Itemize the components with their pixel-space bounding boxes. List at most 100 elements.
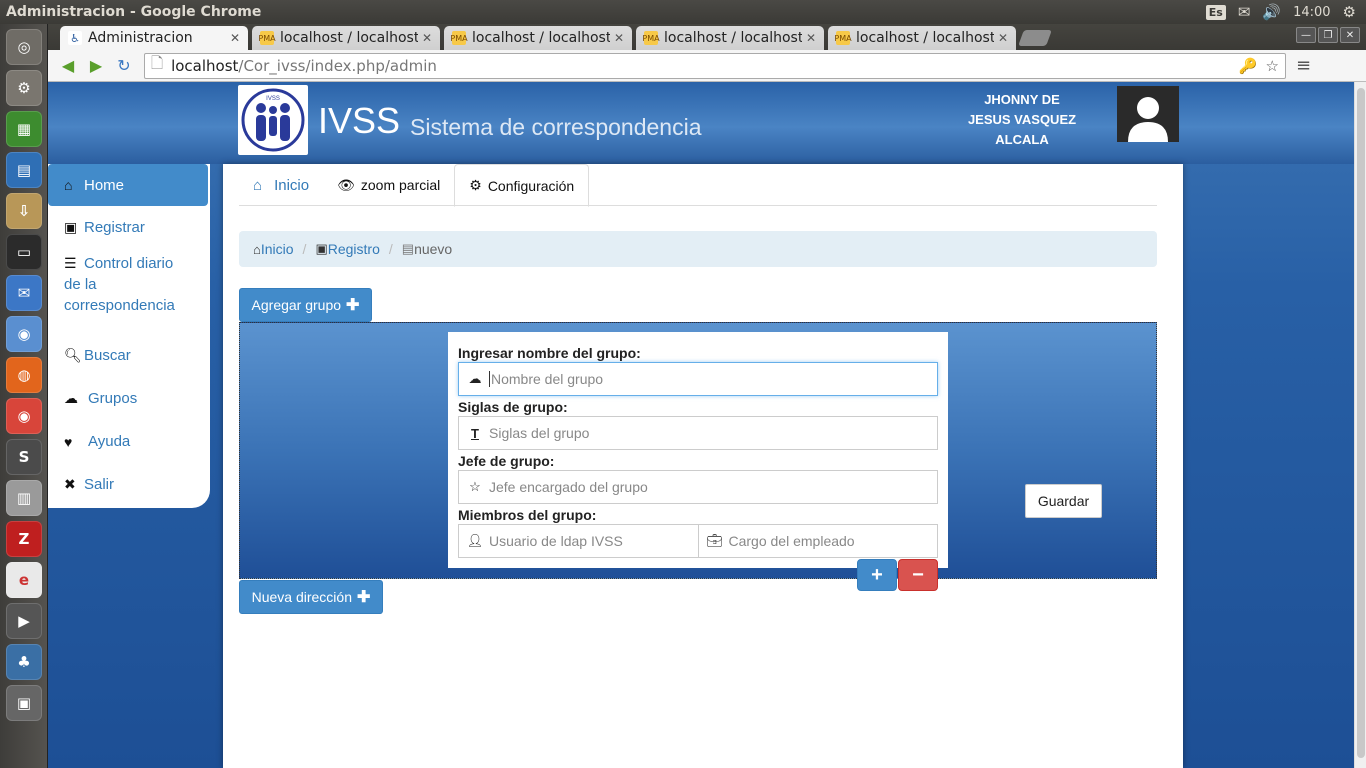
system-tray: Es ✉ 🔊 14:00 ⚙ (1205, 3, 1366, 21)
power-gear-icon[interactable]: ⚙ (1343, 3, 1356, 21)
tab-inicio[interactable]: ⌂ Inicio (239, 164, 323, 206)
close-tab-icon[interactable]: ✕ (422, 31, 432, 45)
firefox-icon[interactable]: ◍ (6, 357, 42, 393)
group-name-input[interactable]: ☁ Nombre del grupo (458, 362, 938, 396)
member-role-input[interactable]: 💼︎ Cargo del empleado (698, 524, 938, 558)
key-icon[interactable]: 🔑 (1239, 57, 1258, 75)
browser-toolbar: ◀ ▶ ↻ 🗋 localhost /Cor_ivss/index.php/ad… (48, 50, 1366, 82)
close-tab-icon[interactable]: ✕ (230, 31, 240, 45)
thunderbird-icon[interactable]: ✉ (6, 275, 42, 311)
pma-favicon-icon: PMA (450, 31, 468, 45)
sidebar-item-label: Salir (84, 476, 115, 493)
group-siglas-input[interactable]: T Siglas del grupo (458, 416, 938, 450)
pma-favicon-icon: PMA (834, 31, 852, 45)
home-icon: ⌂ (64, 177, 73, 193)
star-icon: ☆ (469, 479, 481, 494)
remove-member-button[interactable]: − (898, 559, 938, 591)
add-group-button[interactable]: Agregar grupo ✚ (239, 288, 372, 322)
video-editor-icon[interactable]: ▶ (6, 603, 42, 639)
browser-tab-label: localhost / localhost (280, 30, 418, 46)
sublime-text-icon[interactable]: S (6, 439, 42, 475)
user-icon: 👤︎ (466, 533, 484, 548)
scrollbar-thumb[interactable] (1357, 88, 1365, 758)
chromium-icon[interactable]: ◉ (6, 316, 42, 352)
sidebar-item-ayuda[interactable]: ♥ Ayuda (48, 420, 210, 463)
back-arrow-icon[interactable]: ◀ (56, 54, 80, 78)
search-icon: 🔍︎ (64, 347, 82, 363)
new-direction-button[interactable]: Nueva dirección ✚ (239, 580, 383, 614)
spreadsheet-icon[interactable]: ▦ (6, 111, 42, 147)
close-tab-icon[interactable]: ✕ (614, 31, 624, 45)
os-top-panel: Administracion - Google Chrome Es ✉ 🔊 14… (0, 0, 1366, 24)
name-label: Ingresar nombre del grupo: (458, 345, 641, 361)
briefcase-icon: 💼︎ (706, 533, 723, 548)
bookmark-star-icon[interactable]: ☆ (1266, 57, 1279, 75)
cloud-icon: ☁ (468, 371, 482, 386)
filezilla-icon[interactable]: Z (6, 521, 42, 557)
browser-tab-phpmyadmin[interactable]: PMA localhost / localhost ✕ (444, 26, 632, 50)
browser-tab-label: localhost / localhost (856, 30, 994, 46)
clock[interactable]: 14:00 (1293, 5, 1330, 20)
new-tab-button[interactable] (1018, 30, 1052, 46)
close-icon: ✖ (64, 476, 76, 492)
eclipse-icon[interactable]: e (6, 562, 42, 598)
address-bar[interactable]: 🗋 localhost /Cor_ivss/index.php/admin 🔑 … (144, 52, 1286, 79)
mail-icon[interactable]: ✉ (1238, 3, 1251, 21)
document-writer-icon[interactable]: ▤ (6, 152, 42, 188)
browser-tab-administracion[interactable]: ♿ Administracion ✕ (60, 26, 248, 50)
volume-icon[interactable]: 🔊 (1262, 3, 1281, 21)
sidebar-item-salir[interactable]: ✖ Salir (48, 463, 210, 506)
browser-tab-phpmyadmin[interactable]: PMA localhost / localhost ✕ (828, 26, 1016, 50)
close-window-icon[interactable]: ✕ (1340, 27, 1360, 43)
avatar[interactable] (1117, 86, 1179, 142)
close-tab-icon[interactable]: ✕ (806, 31, 816, 45)
browser-tab-label: localhost / localhost (664, 30, 802, 46)
tab-zoom-parcial[interactable]: 👁 zoom parcial (323, 164, 454, 206)
reload-icon[interactable]: ↻ (112, 54, 136, 78)
close-tab-icon[interactable]: ✕ (998, 31, 1008, 45)
sidebar-item-buscar[interactable]: 🔍︎ Buscar (48, 334, 210, 377)
keyboard-layout-indicator[interactable]: Es (1205, 4, 1226, 20)
text-size-icon: T (471, 425, 479, 441)
browser-tab-label: localhost / localhost (472, 30, 610, 46)
python-icon[interactable]: ♣ (6, 644, 42, 680)
save-button[interactable]: Guardar (1025, 484, 1102, 518)
terminal-icon[interactable]: ▭ (6, 234, 42, 270)
app-header: IVSS IVSS Sistema de correspondencia JHO… (48, 82, 1354, 164)
archive-manager-icon[interactable]: ⇩ (6, 193, 42, 229)
sidebar-item-home[interactable]: ⌂ Home (48, 164, 208, 206)
sidebar-item-control-diario[interactable]: ☰ Control diario de la correspondencia (48, 249, 210, 334)
chrome-icon[interactable]: ◉ (6, 398, 42, 434)
breadcrumb-inicio[interactable]: Inicio (261, 241, 294, 257)
gear-icon: ⚙ (469, 177, 482, 193)
settings-gear-icon[interactable]: ⚙ (6, 70, 42, 106)
system-monitor-icon[interactable]: ▣ (6, 685, 42, 721)
hamburger-menu-icon[interactable]: ≡ (1296, 55, 1311, 76)
sidebar-item-grupos[interactable]: ☁ Grupos (48, 377, 210, 420)
sidebar-item-label: Home (84, 176, 125, 194)
group-leader-input[interactable]: ☆ Jefe encargado del grupo (458, 470, 938, 504)
member-user-input[interactable]: 👤︎ Usuario de ldap IVSS (458, 524, 699, 558)
browser-tab-phpmyadmin[interactable]: PMA localhost / localhost ✕ (252, 26, 440, 50)
cloud-icon: ☁ (64, 390, 78, 406)
browser-tab-phpmyadmin[interactable]: PMA localhost / localhost ✕ (636, 26, 824, 50)
forward-arrow-icon[interactable]: ▶ (84, 54, 108, 78)
add-member-button[interactable]: + (857, 559, 897, 591)
breadcrumb: ⌂ Inicio / ▣ Registro / ▤ nuevo (239, 231, 1157, 267)
sidebar-item-registrar[interactable]: ▣ Registrar (48, 206, 210, 249)
tab-configuracion[interactable]: ⚙ Configuración (454, 164, 590, 207)
page-viewport: IVSS IVSS Sistema de correspondencia JHO… (48, 82, 1366, 768)
pma-favicon-icon: PMA (642, 31, 660, 45)
breadcrumb-registro[interactable]: Registro (328, 241, 380, 257)
ubuntu-dash-icon[interactable]: ◎ (6, 29, 42, 65)
sidebar-item-label: Buscar (84, 347, 131, 364)
floppy-disk-icon: ▣ (315, 241, 328, 256)
file-cabinet-icon[interactable]: ▥ (6, 480, 42, 516)
url-path: /Cor_ivss/index.php/admin (238, 56, 437, 75)
miembros-label: Miembros del grupo: (458, 507, 597, 523)
restore-icon[interactable]: ❐ (1318, 27, 1338, 43)
minimize-icon[interactable]: — (1296, 27, 1316, 43)
browser-window: ♿ Administracion ✕ PMA localhost / local… (48, 24, 1366, 768)
member-row: 👤︎ Usuario de ldap IVSS 💼︎ Cargo del emp… (458, 524, 938, 560)
page-scrollbar[interactable] (1354, 82, 1366, 768)
